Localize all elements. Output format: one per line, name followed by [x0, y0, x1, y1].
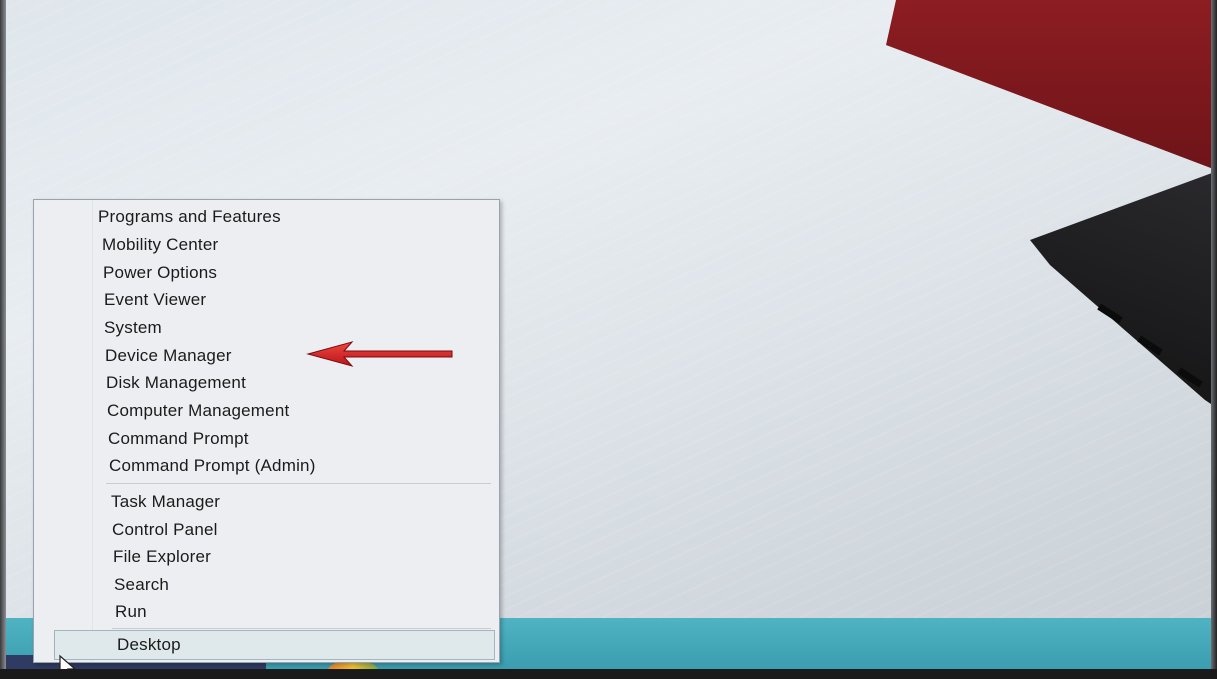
menu-item-control-panel[interactable]: Control Panel: [112, 517, 218, 543]
menu-item-run[interactable]: Run: [115, 599, 147, 625]
menu-item-event-viewer[interactable]: Event Viewer: [104, 287, 206, 313]
desktop-screen: Programs and Features Mobility Center Po…: [0, 0, 1217, 679]
red-arrow-icon: [306, 341, 453, 367]
laptop-ports: [1085, 290, 1215, 400]
menu-item-computer-management[interactable]: Computer Management: [107, 398, 289, 424]
menu-item-task-manager[interactable]: Task Manager: [111, 489, 220, 515]
screen-bezel-right: [1211, 0, 1217, 679]
menu-item-command-prompt[interactable]: Command Prompt: [108, 426, 249, 452]
power-user-menu: Programs and Features Mobility Center Po…: [33, 199, 500, 663]
menu-item-device-manager[interactable]: Device Manager: [105, 343, 232, 369]
screen-bezel-bottom: [0, 669, 1217, 679]
menu-item-command-prompt-admin[interactable]: Command Prompt (Admin): [109, 453, 316, 479]
menu-separator: [112, 628, 491, 629]
menu-gutter: [34, 200, 93, 662]
menu-item-desktop[interactable]: Desktop: [54, 630, 495, 660]
menu-item-mobility-center[interactable]: Mobility Center: [102, 232, 218, 258]
menu-item-disk-management[interactable]: Disk Management: [106, 370, 246, 396]
menu-item-programs-and-features[interactable]: Programs and Features: [98, 204, 281, 230]
menu-item-file-explorer[interactable]: File Explorer: [113, 544, 211, 570]
menu-item-search[interactable]: Search: [114, 572, 169, 598]
menu-item-power-options[interactable]: Power Options: [103, 260, 217, 286]
menu-item-system[interactable]: System: [104, 315, 162, 341]
menu-separator: [106, 483, 491, 484]
screen-bezel-left: [0, 0, 6, 679]
